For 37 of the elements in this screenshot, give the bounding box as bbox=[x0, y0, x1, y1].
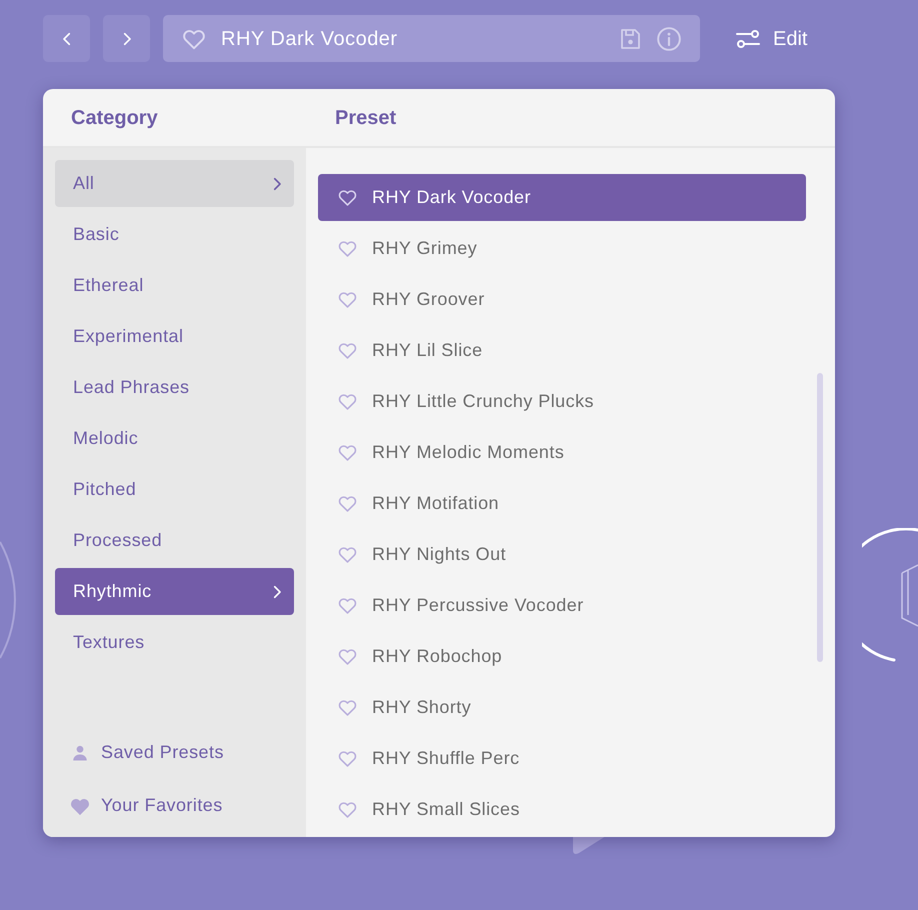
preset-item[interactable]: RHY Small Slices bbox=[318, 786, 806, 833]
preset-name-field[interactable]: RHY Dark Vocoder bbox=[163, 15, 700, 62]
preset-item[interactable]: RHY Shorty bbox=[318, 684, 806, 731]
preset-item[interactable]: RHY Nights Out bbox=[318, 531, 806, 578]
preset-item[interactable]: RHY Groover bbox=[318, 276, 806, 323]
edit-button[interactable]: Edit bbox=[733, 18, 810, 60]
sliders-icon bbox=[735, 28, 761, 50]
category-heading: Category bbox=[70, 106, 159, 130]
preset-heading: Preset bbox=[334, 106, 396, 130]
category-item[interactable]: All bbox=[55, 160, 294, 207]
category-item[interactable]: Ethereal bbox=[55, 262, 294, 309]
preset-item[interactable]: RHY Shuffle Perc bbox=[318, 735, 806, 782]
preset-item[interactable]: RHY Dark Vocoder bbox=[318, 174, 806, 221]
person-icon bbox=[71, 744, 89, 762]
category-item[interactable]: Lead Phrases bbox=[55, 364, 294, 411]
sidebar-link[interactable]: Your Favorites bbox=[69, 792, 294, 819]
preset-item[interactable]: RHY Robochop bbox=[318, 633, 806, 680]
scrollbar[interactable] bbox=[817, 373, 823, 662]
preset-item[interactable]: RHY Lil Slice bbox=[318, 327, 806, 374]
category-item[interactable]: Processed bbox=[55, 517, 294, 564]
category-item[interactable]: Basic bbox=[55, 211, 294, 258]
category-item[interactable]: Experimental bbox=[55, 313, 294, 360]
category-item[interactable]: Textures bbox=[55, 619, 294, 666]
category-item[interactable]: Melodic bbox=[55, 415, 294, 462]
preset-item[interactable]: RHY Little Crunchy Plucks bbox=[318, 378, 806, 425]
preset-name: RHY Dark Vocoder bbox=[221, 26, 399, 52]
preset-item[interactable]: RHY Melodic Moments bbox=[318, 429, 806, 476]
preset-item[interactable]: RHY Grimey bbox=[318, 225, 806, 272]
previous-button[interactable] bbox=[43, 15, 90, 62]
info-icon[interactable] bbox=[656, 26, 682, 52]
category-item[interactable]: Rhythmic bbox=[55, 568, 294, 615]
preset-item[interactable]: RHY Motifation bbox=[318, 480, 806, 527]
save-icon[interactable] bbox=[618, 26, 642, 50]
sidebar-link[interactable]: Saved Presets bbox=[69, 739, 294, 766]
category-item[interactable]: Pitched bbox=[55, 466, 294, 513]
next-button[interactable] bbox=[103, 15, 150, 62]
preset-item[interactable]: RHY Percussive Vocoder bbox=[318, 582, 806, 629]
